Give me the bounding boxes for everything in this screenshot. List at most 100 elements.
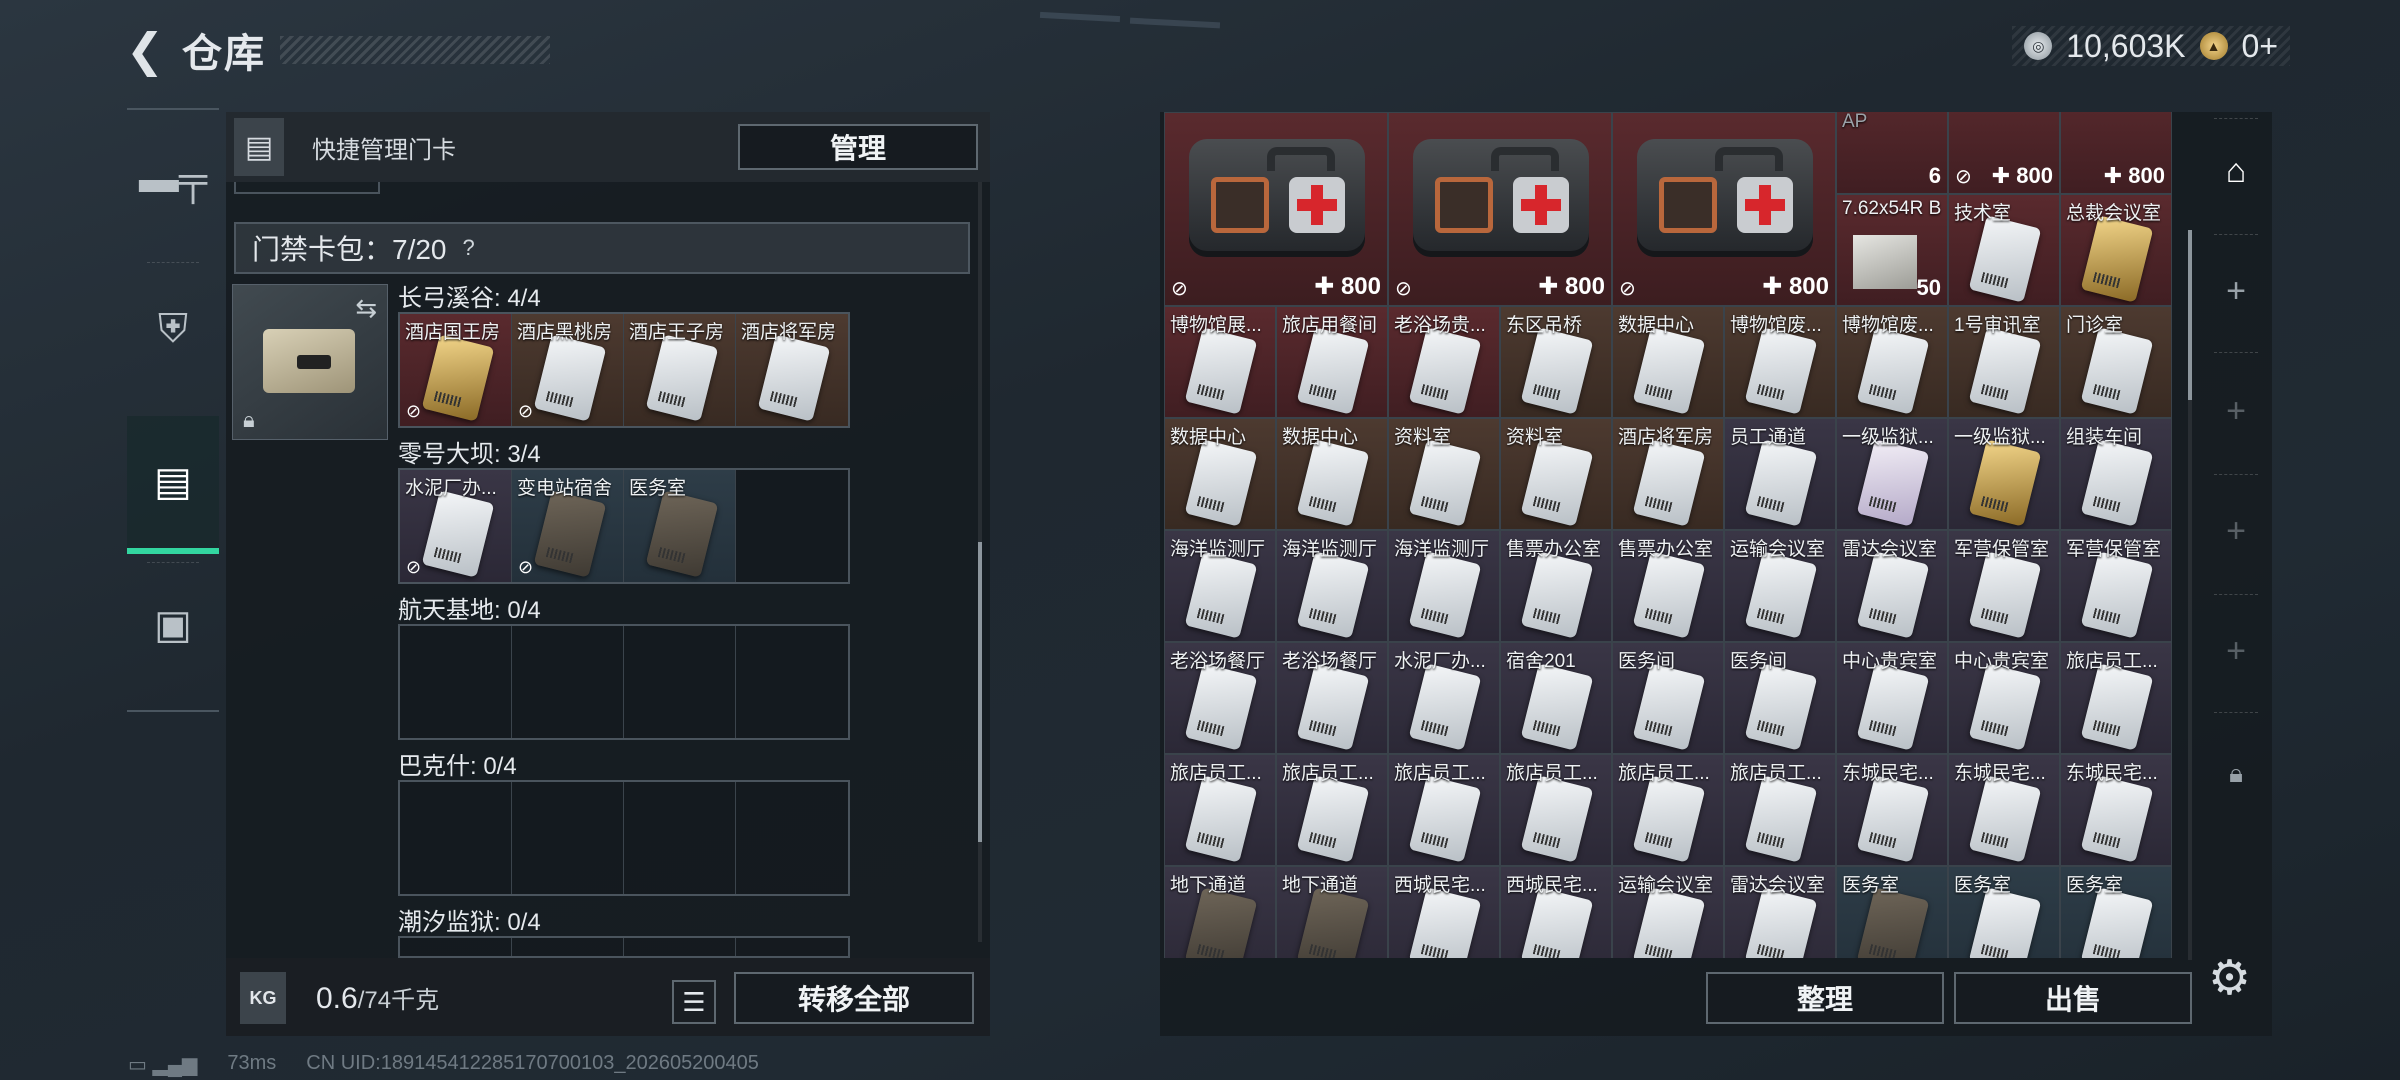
keycard-item[interactable]: 医务室: [2060, 866, 2172, 958]
keycard-item[interactable]: 资料室: [1388, 418, 1500, 530]
keycard-slot[interactable]: 酒店王子房: [624, 314, 736, 426]
keycard-item[interactable]: 旅店员工...: [2060, 642, 2172, 754]
empty-slot[interactable]: [736, 626, 848, 738]
medkit-partial-item[interactable]: ✚ 800: [2060, 112, 2172, 194]
keycard-item[interactable]: 地下通道: [1276, 866, 1388, 958]
keycard-item[interactable]: 旅店员工...: [1164, 754, 1276, 866]
keycard-item[interactable]: 医务间: [1612, 642, 1724, 754]
left-scroll-thumb[interactable]: [978, 542, 982, 842]
keycard-item[interactable]: 海洋监测厅: [1388, 530, 1500, 642]
keycard-item[interactable]: 旅店用餐间: [1276, 306, 1388, 418]
empty-slot[interactable]: [624, 938, 736, 956]
empty-slot[interactable]: [624, 626, 736, 738]
keycard-item[interactable]: 中心贵宾室: [1836, 642, 1948, 754]
left-scrollbar[interactable]: [978, 182, 982, 942]
keycard-item[interactable]: 运输会议室: [1612, 866, 1724, 958]
medkit-item[interactable]: ⊘ ✚ 800: [1612, 112, 1836, 306]
keycard-item[interactable]: 旅店员工...: [1276, 754, 1388, 866]
keycard-item[interactable]: 旅店员工...: [1500, 754, 1612, 866]
keycard-item[interactable]: 1号审讯室: [1948, 306, 2060, 418]
keycard-item[interactable]: 一级监狱...: [1948, 418, 2060, 530]
keycard-item[interactable]: 雷达会议室: [1724, 866, 1836, 958]
keycard-item[interactable]: 数据中心: [1276, 418, 1388, 530]
empty-slot[interactable]: [512, 626, 624, 738]
ammo-box-item[interactable]: AP 6: [1836, 112, 1948, 194]
keycard-item[interactable]: 医务间: [1724, 642, 1836, 754]
keycard-item[interactable]: 海洋监测厅: [1276, 530, 1388, 642]
back-arrow-icon[interactable]: ❮: [120, 20, 170, 80]
keycard-item[interactable]: 酒店将军房: [1612, 418, 1724, 530]
add-storage-icon[interactable]: +: [2200, 392, 2272, 431]
keycard-item[interactable]: 售票办公室: [1612, 530, 1724, 642]
keycard-item[interactable]: 雷达会议室: [1836, 530, 1948, 642]
keycard-item[interactable]: 医务室: [1836, 866, 1948, 958]
toolbox-tab-icon[interactable]: ▣: [127, 556, 219, 694]
keycard-item[interactable]: 军营保管室: [1948, 530, 2060, 642]
list-icon[interactable]: ☰: [672, 980, 716, 1024]
armor-tab-icon[interactable]: ⛨: [127, 260, 219, 398]
keycard-item[interactable]: 东城民宅...: [2060, 754, 2172, 866]
keycard-item[interactable]: 旅店员工...: [1724, 754, 1836, 866]
keycard-tab-icon[interactable]: ▤: [127, 416, 219, 554]
keycard-item[interactable]: 西城民宅...: [1388, 866, 1500, 958]
keycard-item[interactable]: 老浴场餐厅: [1164, 642, 1276, 754]
keycard-item[interactable]: 售票办公室: [1500, 530, 1612, 642]
right-scrollbar[interactable]: [2188, 230, 2192, 960]
empty-slot[interactable]: [400, 626, 512, 738]
keycard-item[interactable]: 博物馆废...: [1836, 306, 1948, 418]
keycard-item[interactable]: 运输会议室: [1724, 530, 1836, 642]
keycard-item[interactable]: 军营保管室: [2060, 530, 2172, 642]
storage-tab-icon[interactable]: ⌂: [2200, 152, 2272, 191]
add-storage-icon[interactable]: +: [2200, 512, 2272, 551]
keycard-item[interactable]: 数据中心: [1164, 418, 1276, 530]
gold-amount[interactable]: 0+: [2242, 28, 2278, 65]
sort-button[interactable]: 整理: [1706, 972, 1944, 1024]
keycard-item[interactable]: 门诊室: [2060, 306, 2172, 418]
keycard-item[interactable]: 东城民宅...: [1948, 754, 2060, 866]
keycard-item[interactable]: 组装车间: [2060, 418, 2172, 530]
keycard-item[interactable]: 东城民宅...: [1836, 754, 1948, 866]
keycard-item[interactable]: 老浴场贵...: [1388, 306, 1500, 418]
add-storage-icon[interactable]: +: [2200, 272, 2272, 311]
empty-slot[interactable]: [512, 782, 624, 894]
medkit-partial-item[interactable]: ⊘ ✚ 800: [1948, 112, 2060, 194]
empty-slot[interactable]: [736, 938, 848, 956]
keycard-item[interactable]: 博物馆废...: [1724, 306, 1836, 418]
settings-gear-icon[interactable]: ⚙: [2208, 950, 2251, 1006]
empty-slot[interactable]: [736, 782, 848, 894]
right-scroll-thumb[interactable]: [2188, 230, 2192, 400]
keycard-item[interactable]: 宿舍201: [1500, 642, 1612, 754]
ammo-item[interactable]: 7.62x54R B 50: [1836, 194, 1948, 306]
keycard-slot[interactable]: 变电站宿舍 ⊘: [512, 470, 624, 582]
keycard-slot[interactable]: 酒店国王房 ⊘: [400, 314, 512, 426]
keycard-item[interactable]: 西城民宅...: [1500, 866, 1612, 958]
keycard-item[interactable]: 技术室: [1948, 194, 2060, 306]
keycard-item[interactable]: 海洋监测厅: [1164, 530, 1276, 642]
storage-grid[interactable]: ⊘ ✚ 800 ⊘ ✚ 800 ⊘ ✚ 800 AP 6 ⊘ ✚ 800 7.6…: [1164, 112, 2176, 958]
keycard-slot[interactable]: 医务室: [624, 470, 736, 582]
empty-slot[interactable]: [400, 938, 512, 956]
empty-slot[interactable]: [736, 470, 848, 582]
keycard-item[interactable]: 中心贵宾室: [1948, 642, 2060, 754]
keycard-item[interactable]: 员工通道: [1724, 418, 1836, 530]
keycard-item[interactable]: 医务室: [1948, 866, 2060, 958]
keycard-slot[interactable]: 酒店将军房: [736, 314, 848, 426]
keycard-item[interactable]: 旅店员工...: [1612, 754, 1724, 866]
transfer-all-button[interactable]: 转移全部: [734, 972, 974, 1024]
empty-slot[interactable]: [624, 782, 736, 894]
weapon-tab-icon[interactable]: ▬╤: [127, 110, 219, 248]
keycard-item[interactable]: 资料室: [1500, 418, 1612, 530]
add-storage-icon[interactable]: +: [2200, 632, 2272, 671]
medkit-item[interactable]: ⊘ ✚ 800: [1164, 112, 1388, 306]
keycard-item[interactable]: 水泥厂办...: [1388, 642, 1500, 754]
keycard-item[interactable]: 老浴场餐厅: [1276, 642, 1388, 754]
empty-slot[interactable]: [400, 782, 512, 894]
keycard-item[interactable]: 东区吊桥: [1500, 306, 1612, 418]
keycard-slot[interactable]: 酒店黑桃房 ⊘: [512, 314, 624, 426]
keycard-item[interactable]: 总裁会议室: [2060, 194, 2172, 306]
keycard-item[interactable]: 博物馆展...: [1164, 306, 1276, 418]
keycard-slot[interactable]: 水泥厂办... ⊘: [400, 470, 512, 582]
manage-button[interactable]: 管理: [738, 124, 978, 170]
keycard-item[interactable]: 地下通道: [1164, 866, 1276, 958]
keycard-item[interactable]: 数据中心: [1612, 306, 1724, 418]
